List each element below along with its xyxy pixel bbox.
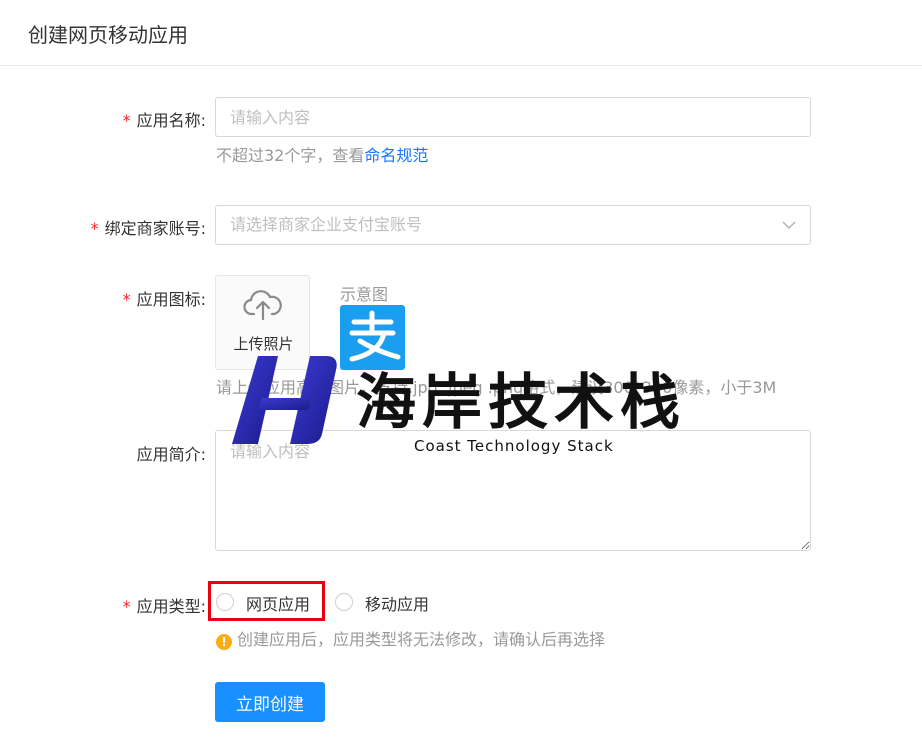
- radio-circle[interactable]: [335, 593, 353, 611]
- create-now-button[interactable]: 立即创建: [215, 682, 325, 722]
- merchant-account-select[interactable]: 请选择商家企业支付宝账号: [215, 205, 811, 245]
- app-intro-textarea[interactable]: [215, 430, 811, 551]
- app-type-warning: ! 创建应用后，应用类型将无法修改，请确认后再选择: [216, 626, 605, 650]
- app-name-label: * 应用名称:: [122, 111, 206, 130]
- app-icon-label: * 应用图标:: [122, 290, 206, 309]
- example-label: 示意图: [340, 285, 389, 304]
- upload-photo-label: 上传照片: [233, 335, 294, 353]
- chevron-down-icon: [782, 221, 796, 229]
- naming-rules-link[interactable]: 命名规范: [364, 146, 428, 165]
- page-header: 创建网页移动应用: [0, 0, 922, 66]
- upload-photo-button[interactable]: 上传照片: [215, 275, 310, 370]
- required-mark: *: [90, 219, 99, 238]
- cloud-upload-icon: [243, 290, 282, 321]
- required-mark: *: [122, 290, 131, 309]
- merchant-account-placeholder: 请选择商家企业支付宝账号: [230, 215, 423, 234]
- highlight-box: [208, 581, 325, 621]
- app-intro-label: 应用简介:: [136, 445, 206, 464]
- app-name-input[interactable]: [215, 97, 811, 137]
- required-mark: *: [122, 111, 131, 130]
- alipay-logo-icon: [349, 310, 401, 362]
- app-name-hint: 不超过32个字，查看命名规范: [216, 146, 429, 165]
- app-type-label: * 应用类型:: [122, 597, 206, 616]
- merchant-account-label: * 绑定商家账号:: [90, 219, 206, 238]
- warning-icon: !: [216, 634, 232, 650]
- app-icon-hint: 请上传应用高清图片，支持.jpg .jpeg .png格式，建议300*300像…: [216, 378, 777, 397]
- page-title: 创建网页移动应用: [28, 23, 188, 47]
- radio-mobile-app[interactable]: 移动应用: [335, 590, 440, 616]
- required-mark: *: [122, 597, 131, 616]
- radio-mobile-app-label: 移动应用: [365, 595, 430, 614]
- alipay-example-icon: [340, 305, 405, 370]
